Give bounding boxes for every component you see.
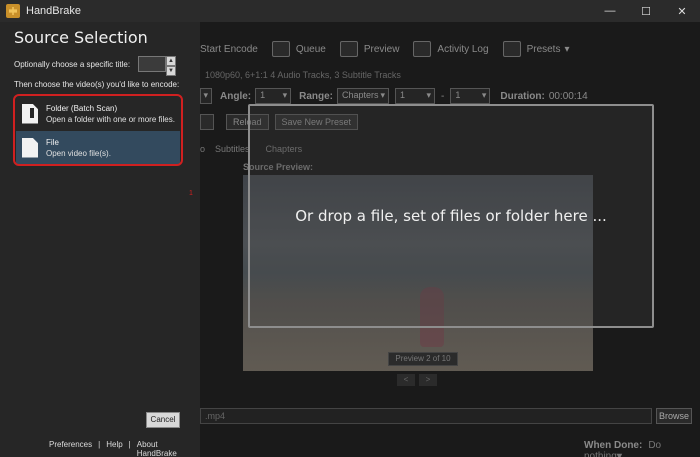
presets-icon (502, 41, 521, 57)
chevron-down-icon: ▾ (616, 451, 622, 457)
start-encode-button[interactable]: Start Encode (200, 44, 258, 55)
cancel-button[interactable]: Cancel (146, 412, 180, 428)
activity-log-icon (413, 41, 432, 57)
title-spinner[interactable]: ▲ ▼ (138, 56, 176, 76)
chevron-down-icon: ▾ (564, 43, 570, 55)
duration-value: 00:00:14 (548, 90, 588, 102)
title-select[interactable] (200, 88, 212, 104)
duration-label: Duration: (500, 90, 545, 102)
range-select[interactable]: Chapters (337, 88, 390, 104)
when-done-label: When Done: (584, 440, 643, 451)
window-title: HandBrake (26, 5, 82, 17)
handbrake-logo-icon (6, 4, 20, 18)
title-spinner-input[interactable] (138, 56, 166, 72)
preview-label: Preview (363, 43, 400, 55)
choose-hint: Then choose the video(s) you'd like to e… (14, 80, 180, 89)
about-link[interactable]: About HandBrake (137, 440, 197, 457)
title-hint: Optionally choose a specific title: (14, 60, 131, 69)
preset-arrow-button[interactable] (200, 114, 214, 130)
destination-file: .mp4 (205, 411, 226, 421)
source-selection-panel: Source Selection Optionally choose a spe… (0, 22, 200, 457)
destination-field[interactable]: .mp4 (200, 408, 652, 424)
queue-button[interactable]: Queue (271, 41, 326, 57)
activity-log-button[interactable]: Activity Log (413, 41, 489, 57)
maximize-button[interactable]: ☐ (628, 0, 664, 22)
footer-separator: | (98, 440, 101, 449)
preview-nav: < > (397, 374, 441, 386)
window-controls: — ☐ ✕ (592, 0, 700, 22)
range-from-select[interactable]: 1 (395, 88, 436, 104)
footer-links: Preferences | Help | About HandBrake (46, 440, 200, 457)
spinner-down-icon[interactable]: ▼ (166, 66, 176, 76)
footer-separator: | (128, 440, 131, 449)
browse-button[interactable]: Browse (656, 408, 692, 424)
angle-select[interactable]: 1 (255, 88, 292, 104)
preview-button[interactable]: Preview (339, 41, 400, 57)
presets-button[interactable]: Presets ▾ (502, 41, 570, 57)
tab-subtitles[interactable]: Subtitles (215, 144, 250, 154)
panel-title: Source Selection (14, 28, 148, 47)
highlight-box (13, 94, 183, 166)
tab-hidden[interactable]: o (200, 144, 205, 154)
source-info: 1080p60, 6+1:1 4 Audio Tracks, 3 Subtitl… (205, 70, 401, 80)
angle-label: Angle: (220, 90, 252, 102)
queue-label: Queue (295, 43, 326, 55)
help-link[interactable]: Help (106, 440, 122, 457)
preview-next-button[interactable]: > (419, 374, 437, 386)
title-spinner-arrows: ▲ ▼ (166, 56, 176, 76)
annotation-number: 1 (189, 190, 193, 197)
preferences-link[interactable]: Preferences (49, 440, 92, 457)
preview-counter: Preview 2 of 10 (388, 352, 458, 366)
drop-zone-message: Or drop a file, set of files or folder h… (295, 207, 607, 225)
range-label: Range: (299, 90, 334, 102)
preview-icon (339, 41, 358, 57)
minimize-button[interactable]: — (592, 0, 628, 22)
queue-icon (271, 41, 290, 57)
activity-log-label: Activity Log (437, 43, 489, 55)
when-done: When Done: Do nothing▾ (584, 440, 700, 457)
spinner-up-icon[interactable]: ▲ (166, 56, 176, 66)
preview-prev-button[interactable]: < (397, 374, 415, 386)
range-to-select[interactable]: 1 (450, 88, 491, 104)
title-bar: HandBrake — ☐ ✕ (0, 0, 700, 22)
title-controls: Angle: 1 Range: Chapters 1 - 1 Duration:… (200, 88, 588, 104)
close-button[interactable]: ✕ (664, 0, 700, 22)
toolbar: Start Encode Queue Preview Activity Log … (200, 36, 584, 62)
start-encode-label: Start Encode (200, 43, 258, 55)
drop-zone[interactable]: Or drop a file, set of files or folder h… (248, 104, 654, 328)
presets-label: Presets (526, 43, 561, 55)
range-dash: - (441, 90, 445, 102)
